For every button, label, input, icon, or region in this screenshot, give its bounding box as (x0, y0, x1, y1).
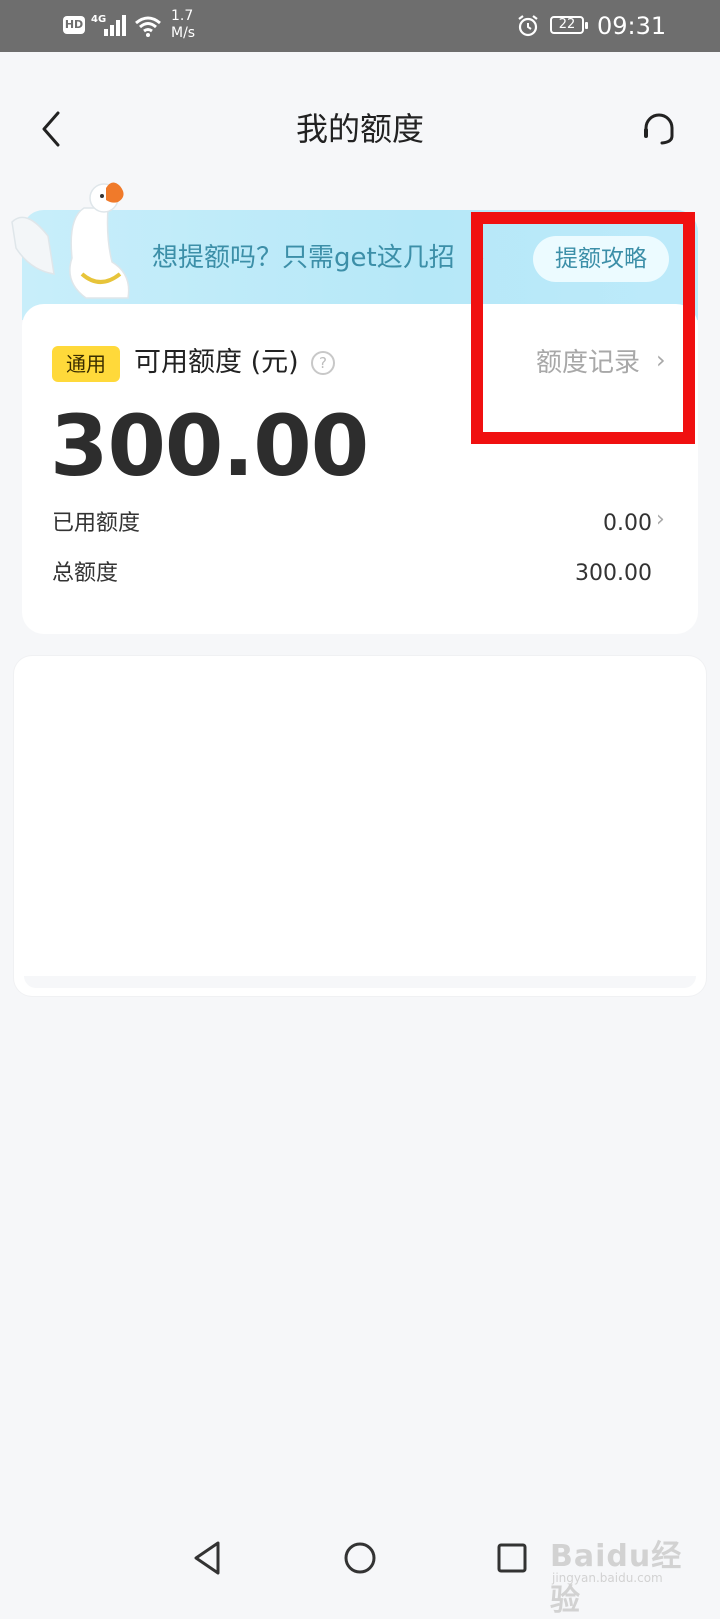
panel-footer (24, 976, 696, 988)
used-limit-value[interactable]: 0.00 (603, 508, 652, 540)
network-speed: 1.7 M/s (171, 8, 195, 42)
square-recent-icon[interactable] (496, 1542, 528, 1574)
hd-indicator: HD (63, 16, 85, 34)
general-tag: 通用 (52, 346, 120, 382)
triangle-back-icon[interactable] (190, 1539, 224, 1577)
page-title: 我的额度 (295, 110, 424, 148)
wifi-icon (135, 16, 161, 37)
content-panel (14, 656, 706, 996)
signal-icon (104, 15, 126, 36)
headset-icon[interactable] (640, 110, 678, 148)
highlight-annotation (471, 212, 695, 444)
promo-text[interactable]: 想提额吗？只需get这几招 (152, 240, 455, 276)
speed-value: 1.7 (171, 8, 194, 24)
available-amount: 300.00 (50, 397, 369, 495)
help-icon[interactable]: ? (311, 351, 335, 375)
battery-indicator: 22 (550, 16, 588, 34)
system-nav-bar: Baidu经验 jingyan.baidu.com (0, 1515, 720, 1618)
circle-home-icon[interactable] (342, 1540, 378, 1576)
available-limit-label: 可用额度 (元) (134, 347, 299, 378)
status-bar: HD 4G 1.7 M/s 22 09:31 (0, 0, 720, 52)
total-limit-value: 300.00 (575, 561, 652, 586)
clock: 09:31 (597, 12, 667, 40)
chevron-right-icon: › (656, 507, 665, 532)
total-limit-label: 总额度 (52, 561, 119, 586)
watermark-url: jingyan.baidu.com (552, 1571, 663, 1585)
goose-mascot-icon (11, 182, 130, 299)
alarm-icon (518, 15, 538, 37)
watermark: Baidu经验 jingyan.baidu.com (550, 1531, 700, 1618)
speed-unit: M/s (171, 25, 196, 41)
used-limit-label: 已用额度 (52, 511, 141, 536)
